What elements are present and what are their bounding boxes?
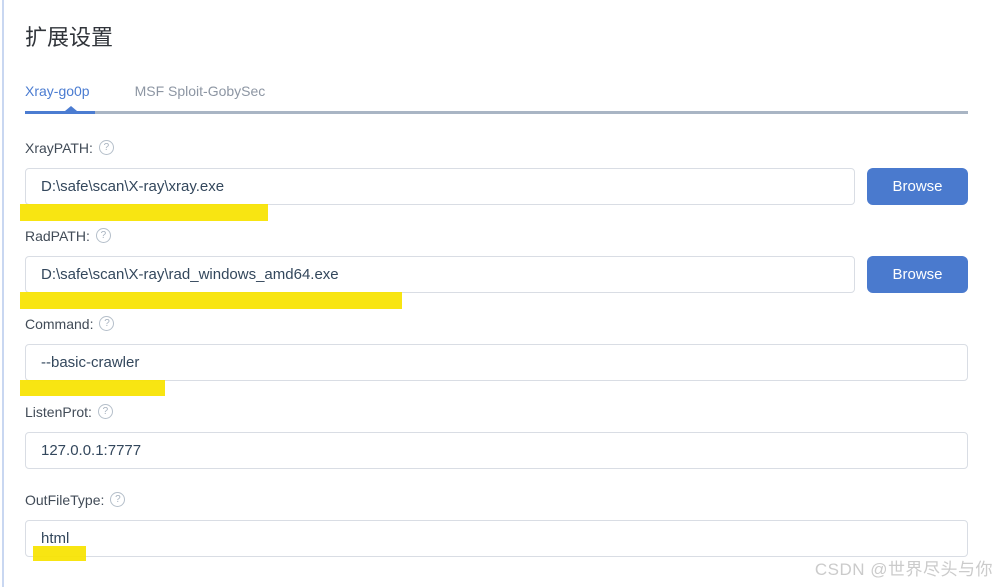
- settings-content: 扩展设置 Xray-go0p MSF Sploit-GobySec XrayPA…: [0, 0, 1000, 561]
- form-field-xraypath: XrayPATH: ? Browse: [20, 139, 968, 221]
- left-border-line: [2, 0, 4, 587]
- active-tab-arrow-icon: [65, 106, 77, 111]
- radpath-browse-button[interactable]: Browse: [867, 256, 968, 293]
- listenprot-label: ListenProt:: [25, 403, 92, 420]
- help-icon[interactable]: ?: [97, 404, 113, 419]
- highlight-mark-xraypath: [20, 204, 268, 221]
- radpath-label: RadPATH:: [25, 227, 90, 244]
- tab-bar: Xray-go0p MSF Sploit-GobySec: [25, 82, 968, 100]
- tab-msf-sploit-gobysec[interactable]: MSF Sploit-GobySec: [135, 83, 266, 99]
- help-icon[interactable]: ?: [99, 316, 115, 331]
- command-label: Command:: [25, 315, 94, 332]
- outfiletype-input[interactable]: [25, 520, 968, 557]
- outfiletype-label: OutFileType:: [25, 491, 105, 508]
- watermark: CSDN @世界尽头与你: [814, 560, 993, 579]
- form-field-outfiletype: OutFileType: ?: [25, 491, 968, 561]
- xraypath-input[interactable]: [25, 168, 855, 205]
- command-input[interactable]: [25, 344, 968, 381]
- tab-underline: [25, 106, 968, 114]
- help-icon[interactable]: ?: [110, 492, 126, 507]
- active-tab-indicator: [25, 106, 95, 114]
- help-icon[interactable]: ?: [95, 228, 111, 243]
- xraypath-label: XrayPATH:: [25, 139, 93, 156]
- form-field-command: Command: ?: [20, 315, 968, 396]
- help-icon[interactable]: ?: [98, 140, 114, 155]
- xraypath-browse-button[interactable]: Browse: [867, 168, 968, 205]
- page-title: 扩展设置: [25, 25, 114, 50]
- tab-xray-go0p[interactable]: Xray-go0p: [25, 83, 90, 99]
- extension-settings-page: 扩展设置 Xray-go0p MSF Sploit-GobySec XrayPA…: [0, 0, 1000, 587]
- settings-form: XrayPATH: ? Browse RadPATH: ? Browse: [20, 139, 968, 561]
- listenprot-input[interactable]: [25, 432, 968, 469]
- highlight-mark-radpath: [20, 292, 402, 309]
- form-field-radpath: RadPATH: ? Browse: [20, 227, 968, 309]
- radpath-input[interactable]: [25, 256, 855, 293]
- form-field-listenprot: ListenProt: ?: [25, 404, 968, 469]
- highlight-mark-command: [20, 380, 165, 396]
